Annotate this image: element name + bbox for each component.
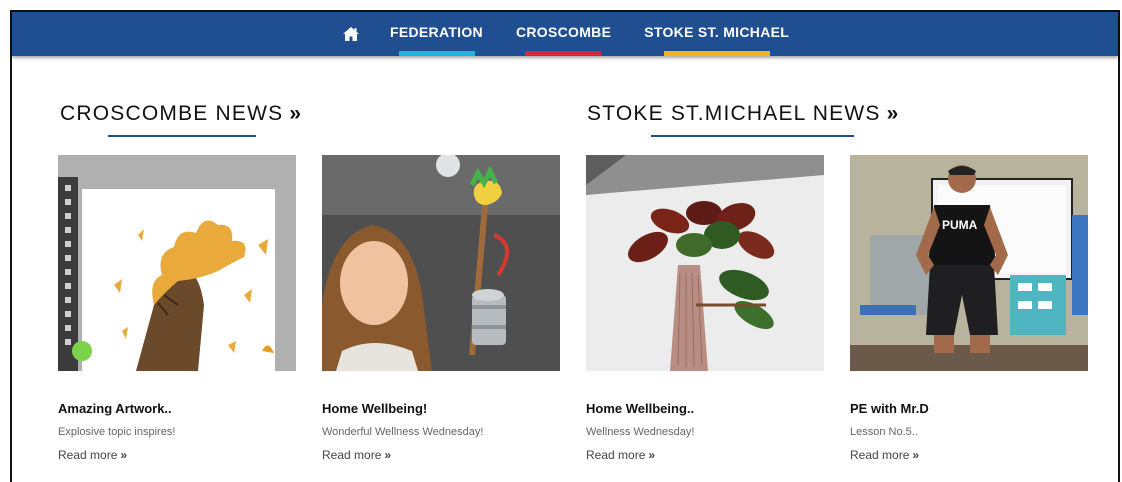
news-card[interactable]: Home Wellbeing! Wonderful Wellness Wedne… [322,155,560,462]
double-chevron-right-icon: » [886,102,899,125]
read-more-label: Read more [850,448,910,462]
news-card-title[interactable]: Home Wellbeing.. [586,401,824,416]
nav-item-label: STOKE ST. MICHAEL [644,24,790,40]
double-chevron-right-icon: » [120,448,127,462]
nav-item-accent-bar [664,51,771,56]
news-card-image[interactable]: PUMA [850,155,1088,371]
news-card-description: Wonderful Wellness Wednesday! [322,426,484,438]
home-icon[interactable] [342,26,360,42]
read-more-label: Read more [58,448,118,462]
page-frame: FEDERATION CROSCOMBE STOKE ST. MICHAEL C… [10,10,1120,482]
nav-item-stoke-st-michael[interactable]: STOKE ST. MICHAEL [644,12,789,56]
read-more-label: Read more [586,448,646,462]
croscombe-news-heading[interactable]: CROSCOMBE NEWS» [60,102,301,137]
double-chevron-right-icon: » [289,102,301,125]
nav-item-croscombe[interactable]: CROSCOMBE [516,12,611,56]
double-chevron-right-icon: » [912,448,919,462]
nav-item-label: FEDERATION [390,24,483,40]
news-card-image[interactable] [322,155,560,371]
section-title-text: CROSCOMBE NEWS [60,102,284,125]
nav-item-federation[interactable]: FEDERATION [390,12,483,56]
svg-text:PUMA: PUMA [942,218,978,232]
read-more-link[interactable]: Read more» [850,448,1088,462]
news-card[interactable]: Home Wellbeing.. Wellness Wednesday! Rea… [586,155,824,462]
read-more-link[interactable]: Read more» [322,448,560,462]
nav-menu: FEDERATION CROSCOMBE STOKE ST. MICHAEL [342,12,822,56]
double-chevron-right-icon: » [384,448,391,462]
heading-underline [108,135,256,137]
stoke-st-michael-news-heading[interactable]: STOKE ST.MICHAEL NEWS» [587,102,899,137]
news-card[interactable]: Amazing Artwork.. Explosive topic inspir… [58,155,296,462]
news-card-description: Explosive topic inspires! [58,426,176,438]
read-more-link[interactable]: Read more» [58,448,296,462]
nav-item-accent-bar [524,51,601,56]
nav-item-label: CROSCOMBE [515,24,612,40]
top-navbar: FEDERATION CROSCOMBE STOKE ST. MICHAEL [12,12,1118,56]
news-card-title[interactable]: PE with Mr.D [850,401,1088,416]
read-more-label: Read more [322,448,382,462]
nav-item-accent-bar [399,51,475,56]
section-title-text: STOKE ST.MICHAEL NEWS [587,102,881,125]
news-card-image[interactable] [586,155,824,371]
heading-underline [651,135,854,137]
news-card-description: Lesson No.5.. [850,426,918,438]
news-card-title[interactable]: Home Wellbeing! [322,401,560,416]
read-more-link[interactable]: Read more» [586,448,824,462]
double-chevron-right-icon: » [648,448,655,462]
news-card[interactable]: PUMA PE with Mr.D Lesson No.5.. Read mor… [850,155,1088,462]
news-card-image[interactable] [58,155,296,371]
news-card-description: Wellness Wednesday! [586,426,695,438]
news-card-title[interactable]: Amazing Artwork.. [58,401,296,416]
